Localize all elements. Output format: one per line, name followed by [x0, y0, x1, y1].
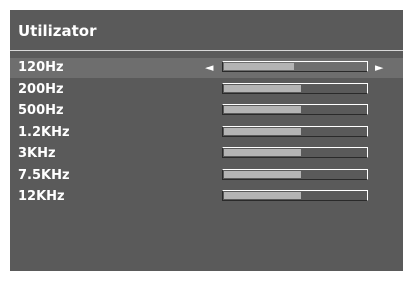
band-label: 200Hz — [18, 82, 64, 97]
band-row[interactable]: 3KHz — [10, 144, 403, 164]
level-fill — [224, 149, 301, 156]
level-fill — [224, 85, 301, 92]
level-fill — [224, 128, 301, 135]
band-label: 120Hz — [18, 60, 64, 75]
band-row[interactable]: 120Hz ◄ ► — [10, 58, 403, 78]
band-label: 500Hz — [18, 103, 64, 118]
band-label: 1.2KHz — [18, 125, 70, 140]
band-label: 12KHz — [18, 189, 65, 204]
level-fill — [224, 63, 294, 70]
equalizer-screen: Utilizator 120Hz ◄ ► 200Hz 500Hz 1.2KHz 3KHz 7.… — [10, 10, 403, 271]
level-fill — [224, 171, 301, 178]
band-row[interactable]: 1.2KHz — [10, 123, 403, 143]
level-slider[interactable] — [222, 104, 368, 115]
page-title: Utilizator — [18, 22, 97, 40]
band-label: 3KHz — [18, 146, 56, 161]
right-arrow-icon[interactable]: ► — [375, 60, 383, 76]
left-arrow-icon[interactable]: ◄ — [205, 60, 213, 76]
band-row[interactable]: 500Hz — [10, 101, 403, 121]
level-slider[interactable] — [222, 61, 368, 72]
band-row[interactable]: 12KHz — [10, 187, 403, 207]
level-slider[interactable] — [222, 190, 368, 201]
title-divider — [10, 50, 403, 51]
band-row[interactable]: 200Hz — [10, 80, 403, 100]
level-slider[interactable] — [222, 169, 368, 180]
level-slider[interactable] — [222, 83, 368, 94]
band-label: 7.5KHz — [18, 168, 70, 183]
band-row[interactable]: 7.5KHz — [10, 166, 403, 186]
level-fill — [224, 106, 301, 113]
level-slider[interactable] — [222, 147, 368, 158]
level-slider[interactable] — [222, 126, 368, 137]
level-fill — [224, 192, 301, 199]
